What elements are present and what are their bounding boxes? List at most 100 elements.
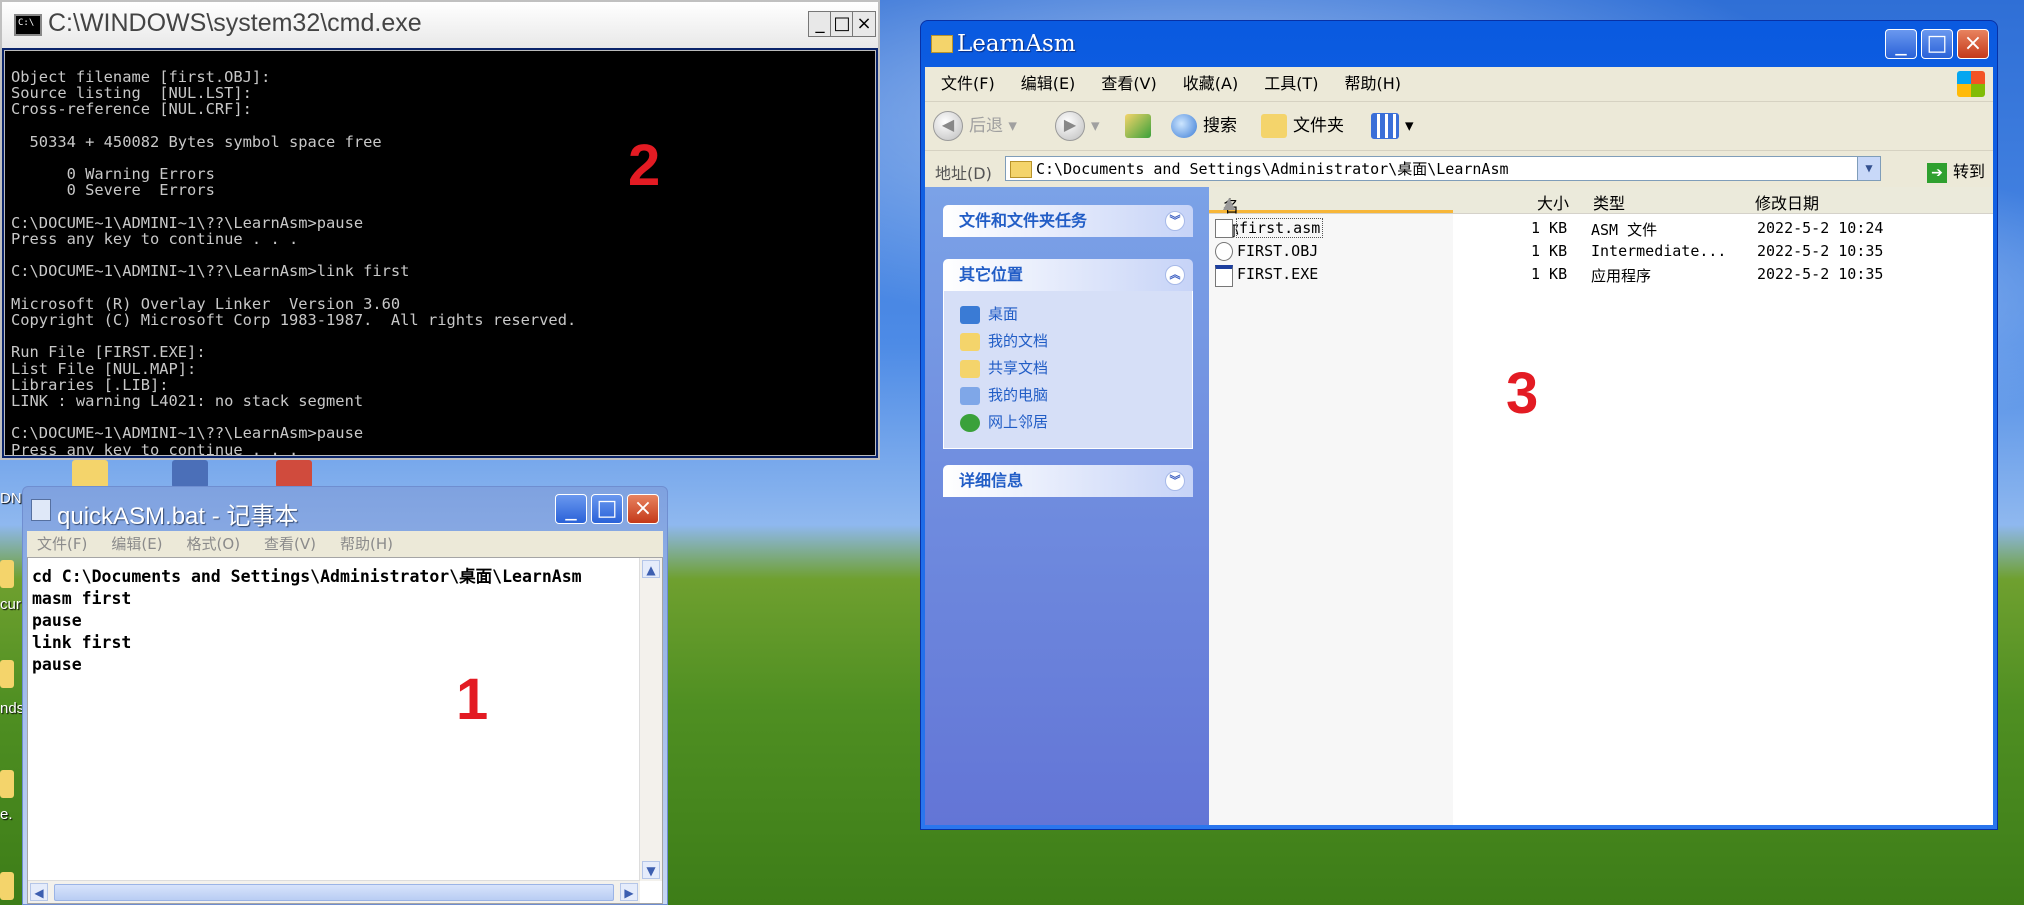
window-title: C:\WINDOWS\system32\cmd.exe	[48, 9, 422, 37]
desktop-folder-icon[interactable]	[0, 770, 14, 798]
horizontal-scrollbar[interactable]: ◀ ▶	[28, 880, 640, 903]
menu-bar: 文件(F) 编辑(E) 查看(V) 收藏(A) 工具(T) 帮助(H)	[925, 67, 1993, 102]
panel-header[interactable]: 其它位置 ︽	[943, 259, 1193, 291]
maximize-button[interactable]: □	[830, 11, 854, 37]
column-type[interactable]: 类型	[1593, 190, 1625, 214]
place-label: 共享文档	[988, 359, 1049, 377]
desktop-archive-icon[interactable]	[172, 460, 208, 488]
desktop-folder-icon[interactable]	[0, 560, 14, 588]
cmd-title-bar[interactable]: C:\ C:\WINDOWS\system32\cmd.exe _ □ ×	[2, 2, 878, 48]
file-list[interactable]: 名称 ▲ 大小 类型 修改日期 first.asm 1 KB ASM 文件 20…	[1209, 187, 1993, 825]
file-type: Intermediate...	[1591, 242, 1727, 260]
chevron-down-icon[interactable]: ︾	[1165, 211, 1185, 231]
search-label: 搜索	[1203, 116, 1237, 136]
close-button[interactable]: ×	[1957, 29, 1989, 59]
scroll-thumb[interactable]	[54, 884, 614, 901]
panel-header[interactable]: 详细信息 ︾	[943, 465, 1193, 497]
file-type: ASM 文件	[1591, 221, 1658, 239]
back-button[interactable]: ◀ 后退 ▾	[933, 110, 1017, 142]
text-editor[interactable]: cd C:\Documents and Settings\Administrat…	[27, 557, 663, 904]
annotation-number-2: 2	[628, 133, 661, 198]
explorer-title-bar[interactable]: LearnAsm _ □ ×	[921, 21, 1997, 67]
menu-edit[interactable]: 编辑(E)	[1021, 67, 1076, 101]
menu-favorites[interactable]: 收藏(A)	[1183, 67, 1238, 101]
network-icon	[960, 413, 980, 432]
shared-folder-icon	[960, 359, 980, 378]
editor-text[interactable]: cd C:\Documents and Settings\Administrat…	[28, 558, 662, 684]
column-modified[interactable]: 修改日期	[1755, 190, 1819, 214]
place-network[interactable]: 网上邻居	[960, 409, 1192, 436]
place-my-documents[interactable]: 我的文档	[960, 328, 1192, 355]
views-button[interactable]: ▾	[1371, 110, 1414, 142]
notepad-title-bar[interactable]: quickASM.bat - 记事本 _ □ ×	[23, 487, 667, 531]
place-label: 桌面	[988, 305, 1019, 323]
obj-file-icon	[1215, 242, 1233, 261]
minimize-button[interactable]: _	[555, 494, 587, 524]
menu-bar: 文件(F) 编辑(E) 格式(O) 查看(V) 帮助(H)	[27, 531, 663, 557]
file-name[interactable]: FIRST.OBJ	[1237, 242, 1318, 260]
place-my-computer[interactable]: 我的电脑	[960, 382, 1192, 409]
file-name[interactable]: first.asm	[1235, 218, 1324, 238]
chevron-up-icon[interactable]: ︽	[1165, 265, 1185, 285]
menu-format[interactable]: 格式(O)	[187, 531, 241, 557]
search-button[interactable]: 搜索	[1171, 110, 1237, 142]
minimize-button[interactable]: _	[1885, 29, 1917, 59]
menu-edit[interactable]: 编辑(E)	[111, 531, 162, 557]
desktop-folder-icon[interactable]	[72, 460, 108, 488]
file-name[interactable]: FIRST.EXE	[1237, 265, 1318, 283]
cmd-window[interactable]: C:\ C:\WINDOWS\system32\cmd.exe _ □ × Ob…	[0, 0, 880, 460]
menu-view[interactable]: 查看(V)	[264, 531, 316, 557]
notepad-window[interactable]: quickASM.bat - 记事本 _ □ × 文件(F) 编辑(E) 格式(O)…	[22, 486, 668, 905]
chevron-down-icon[interactable]: ▼	[1857, 157, 1880, 180]
console-text: Object filename [first.OBJ]: Source list…	[11, 68, 577, 456]
close-button[interactable]: ×	[627, 494, 659, 524]
vertical-scrollbar[interactable]: ▲ ▼	[639, 558, 662, 881]
views-icon	[1371, 113, 1399, 139]
scroll-up-icon[interactable]: ▲	[642, 560, 660, 578]
address-input[interactable]: C:\Documents and Settings\Administrator\…	[1005, 156, 1881, 181]
place-desktop[interactable]: 桌面	[960, 301, 1192, 328]
minimize-button[interactable]: _	[808, 11, 832, 37]
folders-icon	[1261, 114, 1287, 138]
folders-button[interactable]: 文件夹	[1261, 110, 1344, 142]
close-button[interactable]: ×	[852, 11, 876, 37]
chevron-down-icon[interactable]: ︾	[1165, 471, 1185, 491]
file-modified: 2022-5-2 10:35	[1757, 265, 1884, 283]
menu-help[interactable]: 帮助(H)	[1344, 67, 1401, 101]
go-button[interactable]: ➔ 转到	[1926, 158, 1985, 183]
go-arrow-icon: ➔	[1926, 162, 1947, 183]
scroll-left-icon[interactable]: ◀	[30, 883, 48, 901]
sorted-column-shade	[1209, 213, 1453, 825]
go-label: 转到	[1952, 162, 1985, 181]
panel-header[interactable]: 文件和文件夹任务 ︾	[943, 205, 1193, 237]
desktop-folder-icon[interactable]	[0, 872, 14, 900]
file-row[interactable]: first.asm 1 KB ASM 文件 2022-5-2 10:24	[1209, 217, 1993, 240]
menu-help[interactable]: 帮助(H)	[340, 531, 393, 557]
menu-view[interactable]: 查看(V)	[1101, 67, 1156, 101]
forward-button[interactable]: ▶ ▾	[1055, 110, 1100, 142]
folder-icon	[931, 35, 953, 53]
column-size[interactable]: 大小	[1537, 190, 1569, 214]
menu-file[interactable]: 文件(F)	[941, 67, 995, 101]
desktop-folder-icon[interactable]	[0, 660, 14, 688]
my-documents-icon	[960, 332, 980, 351]
explorer-window[interactable]: LearnAsm _ □ × 文件(F) 编辑(E) 查看(V) 收藏(A) 工具(T)…	[920, 20, 1998, 830]
maximize-button[interactable]: □	[591, 494, 623, 524]
maximize-button[interactable]: □	[1921, 29, 1953, 59]
windows-logo-icon	[1957, 71, 1985, 97]
menu-file[interactable]: 文件(F)	[37, 531, 87, 557]
scroll-right-icon[interactable]: ▶	[620, 883, 638, 901]
file-row[interactable]: FIRST.EXE 1 KB 应用程序 2022-5-2 10:35	[1209, 263, 1993, 287]
scroll-down-icon[interactable]: ▼	[642, 861, 660, 879]
desktop-fragment: nds	[0, 700, 25, 717]
desktop-program-icon[interactable]	[276, 460, 312, 488]
up-folder-button[interactable]	[1125, 110, 1157, 142]
cmd-icon: C:\	[14, 14, 42, 36]
window-title: quickASM.bat - 记事本	[57, 503, 299, 530]
address-bar: 地址(D) C:\Documents and Settings\Administ…	[925, 151, 1993, 187]
place-shared-documents[interactable]: 共享文档	[960, 355, 1192, 382]
menu-tools[interactable]: 工具(T)	[1264, 67, 1318, 101]
annotation-number-3: 3	[1506, 361, 1539, 426]
console-output[interactable]: Object filename [first.OBJ]: Source list…	[4, 50, 876, 456]
file-row[interactable]: FIRST.OBJ 1 KB Intermediate... 2022-5-2 …	[1209, 240, 1993, 263]
